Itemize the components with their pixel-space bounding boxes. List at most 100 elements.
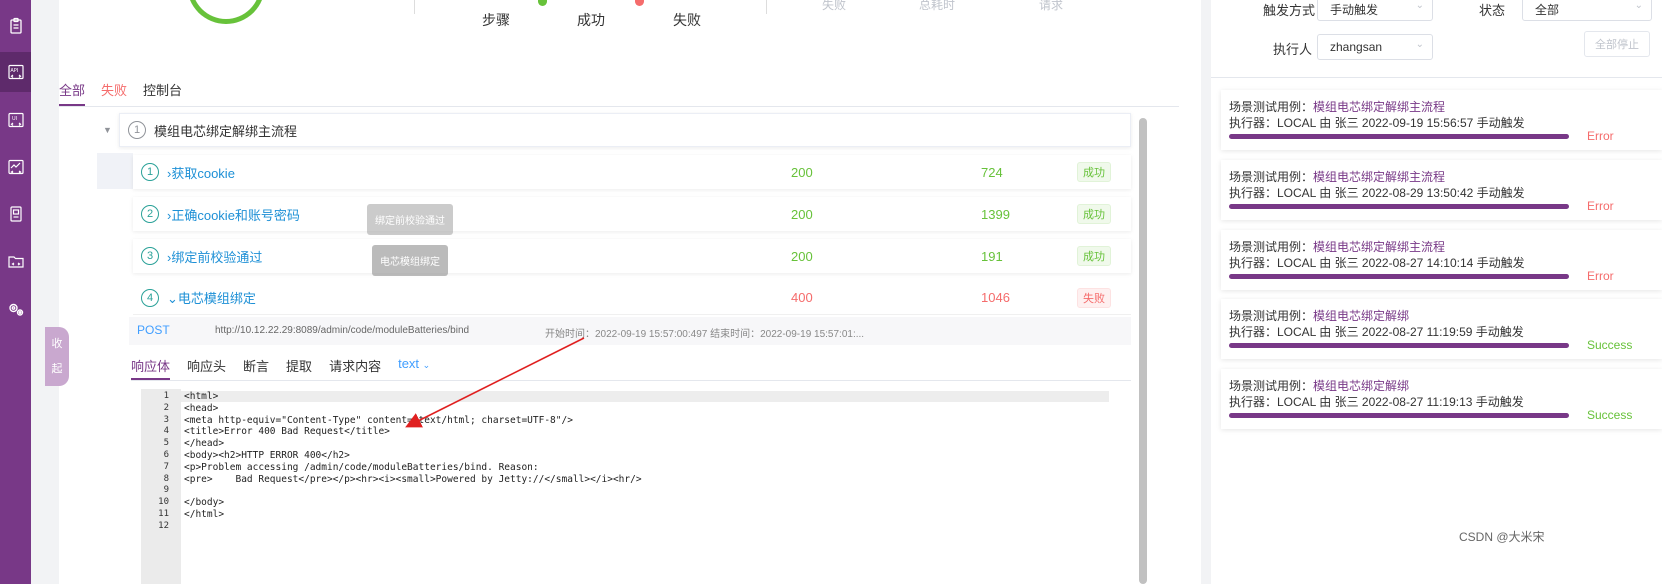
step-index: 3 xyxy=(141,247,159,265)
summary-stats: 步骤 成功 失败 失败 总耗时 请求 xyxy=(59,0,1219,40)
history-item[interactable]: 场景测试用例：模组电芯绑定解绑主流程 执行器：LOCAL 由 张三 2022-0… xyxy=(1221,90,1662,150)
line-number: 12 xyxy=(158,520,169,531)
faded-stat-label: 失败 xyxy=(822,0,847,12)
tabs-divider xyxy=(59,106,1179,107)
code-line: <meta http-equiv="Content-Type" content=… xyxy=(184,414,573,426)
history-case-link[interactable]: 模组电芯绑定解绑主流程 xyxy=(1313,240,1445,254)
result-tabs: 全部 失败 控制台 xyxy=(59,80,198,106)
filter-divider xyxy=(1211,77,1662,78)
history-item[interactable]: 场景测试用例：模组电芯绑定解绑主流程 执行器：LOCAL 由 张三 2022-0… xyxy=(1221,230,1662,290)
tab-response-header[interactable]: 响应头 xyxy=(187,356,226,380)
scenario-row[interactable]: 1 模组电芯绑定解绑主流程 xyxy=(119,113,1131,147)
line-number-gutter: 1 2 3 4 5 6 7 8 9 10 11 12 xyxy=(141,389,181,584)
step-status-code: 400 xyxy=(791,290,813,305)
step-index: 4 xyxy=(141,288,159,307)
executor-label: 执行人 xyxy=(1273,42,1313,57)
collapse-button[interactable]: 收 起 xyxy=(45,327,69,386)
step-row[interactable]: 2 ›正确cookie和账号密码 200 1399 成功 xyxy=(133,197,1131,231)
history-detail: 执行器：LOCAL 由 张三 2022-08-27 11:19:59 手动触发 xyxy=(1229,325,1524,339)
tab-fail[interactable]: 失败 xyxy=(101,80,127,106)
faded-stat-label: 总耗时 xyxy=(919,0,956,12)
step-row[interactable]: 3 ›绑定前校验通过 200 191 成功 xyxy=(133,239,1131,273)
line-number: 9 xyxy=(163,485,169,496)
nav-performance-icon[interactable] xyxy=(0,147,31,187)
scenario-index: 1 xyxy=(128,121,146,139)
tab-request-content[interactable]: 请求内容 xyxy=(329,356,381,380)
nav-folder-icon[interactable] xyxy=(0,241,31,281)
history-status: Success xyxy=(1587,408,1633,422)
main-panel: 步骤 成功 失败 失败 总耗时 请求 全部 失败 控制台 ▼ 1 模组电芯绑定解… xyxy=(31,0,1219,584)
nav-clipboard-icon[interactable] xyxy=(0,6,31,46)
status-badge: 成功 xyxy=(1077,162,1111,182)
nav-api-icon[interactable]: API xyxy=(0,52,31,92)
format-select[interactable]: text ⌄ xyxy=(398,356,430,380)
trigger-select[interactable]: 手动触发 ⌄ xyxy=(1317,0,1433,21)
collapse-label: 起 xyxy=(51,362,63,375)
response-code-editor[interactable]: 1 2 3 4 5 6 7 8 9 10 11 12 <html> <head> <meta http-e… xyxy=(141,389,1131,584)
collapse-caret-icon[interactable]: ▼ xyxy=(103,125,112,135)
progress-bar xyxy=(1229,274,1569,279)
history-case-link[interactable]: 模组电芯绑定解绑主流程 xyxy=(1313,100,1445,114)
nav-settings-icon[interactable] xyxy=(0,289,31,329)
history-detail: 执行器：LOCAL 由 张三 2022-09-19 15:56:57 手动触发 xyxy=(1229,116,1525,130)
watermark: CSDN @大米宋 xyxy=(1459,530,1545,544)
line-number: 11 xyxy=(158,509,169,519)
right-panel: 触发方式 手动触发 ⌄ 状态 全部 ⌄ 执行人 zhangsan ⌄ 全部停止 场景测… xyxy=(1201,0,1662,584)
step-index: 1 xyxy=(141,163,159,181)
history-prefix: 场景测试用例： xyxy=(1229,240,1314,254)
line-number: 5 xyxy=(163,438,169,449)
tab-all[interactable]: 全部 xyxy=(59,80,86,106)
code-line: <pre> Bad Request</pre></p><hr><i><small… xyxy=(184,473,642,485)
status-badge: 失败 xyxy=(1077,287,1111,308)
tab-response-body[interactable]: 响应体 xyxy=(131,356,171,380)
status-select[interactable]: 全部 ⌄ xyxy=(1522,0,1652,21)
history-prefix: 场景测试用例： xyxy=(1229,309,1314,323)
step-name-link[interactable]: ›绑定前校验通过 xyxy=(167,247,262,266)
nav-report-icon[interactable] xyxy=(0,194,31,234)
history-item[interactable]: 场景测试用例：模组电芯绑定解绑 执行器：LOCAL 由 张三 2022-08-2… xyxy=(1221,299,1662,359)
step-name-link[interactable]: ›获取cookie xyxy=(167,163,235,182)
step-row-expanded[interactable]: 4 ⌄电芯模组绑定 400 1046 失败 xyxy=(133,281,1131,315)
progress-bar xyxy=(1229,204,1569,209)
executor-select[interactable]: zhangsan ⌄ xyxy=(1317,34,1433,60)
history-item[interactable]: 场景测试用例：模组电芯绑定解绑主流程 执行器：LOCAL 由 张三 2022-0… xyxy=(1221,160,1662,220)
code-line: <body><h2>HTTP ERROR 400</h2> xyxy=(184,450,350,461)
step-name-link[interactable]: ›正确cookie和账号密码 xyxy=(167,205,300,224)
history-case-link[interactable]: 模组电芯绑定解绑 xyxy=(1313,379,1409,393)
nav-ui-icon[interactable]: UI xyxy=(0,100,31,140)
faded-stat-label: 请求 xyxy=(1039,0,1064,12)
response-tabs-divider xyxy=(131,380,1131,381)
success-label: 成功 xyxy=(577,12,605,28)
tab-console[interactable]: 控制台 xyxy=(143,80,182,106)
line-number: 8 xyxy=(163,473,169,484)
line-number: 1 xyxy=(163,391,169,401)
line-number: 6 xyxy=(163,450,169,460)
history-detail: 执行器：LOCAL 由 张三 2022-08-27 11:19:13 手动触发 xyxy=(1229,395,1524,409)
code-line: <html> xyxy=(184,391,219,402)
vertical-scrollbar[interactable] xyxy=(1139,118,1147,584)
line-number: 7 xyxy=(163,461,169,472)
fail-label: 失败 xyxy=(673,12,701,28)
step-name-link[interactable]: ⌄电芯模组绑定 xyxy=(167,288,256,307)
line-number: 4 xyxy=(163,426,169,437)
history-detail: 执行器：LOCAL 由 张三 2022-08-29 13:50:42 手动触发 xyxy=(1229,186,1525,200)
success-dot xyxy=(538,0,547,6)
step-status-code: 200 xyxy=(791,164,813,180)
step-row[interactable]: 1 ›获取cookie 200 724 成功 xyxy=(133,155,1131,189)
history-case-link[interactable]: 模组电芯绑定解绑 xyxy=(1313,309,1409,323)
history-item[interactable]: 场景测试用例：模组电芯绑定解绑 执行器：LOCAL 由 张三 2022-08-2… xyxy=(1221,369,1662,429)
history-card: 触发方式 手动触发 ⌄ 状态 全部 ⌄ 执行人 zhangsan ⌄ 全部停止 场景测… xyxy=(1211,0,1662,584)
chevron-down-icon: ⌄ xyxy=(422,360,431,370)
row-highlight xyxy=(97,153,133,189)
tab-assertion[interactable]: 断言 xyxy=(243,356,269,380)
history-prefix: 场景测试用例： xyxy=(1229,379,1314,393)
code-line: </html> xyxy=(184,509,225,520)
step-time: 1399 xyxy=(981,206,1010,222)
history-case-link[interactable]: 模组电芯绑定解绑主流程 xyxy=(1313,170,1445,184)
scenario-name: 模组电芯绑定解绑主流程 xyxy=(154,123,298,139)
tooltip: 绑定前校验通过 xyxy=(367,204,453,235)
stop-all-button[interactable]: 全部停止 xyxy=(1584,31,1650,57)
status-badge: 成功 xyxy=(1077,204,1111,224)
tab-extract[interactable]: 提取 xyxy=(286,356,312,380)
step-time: 191 xyxy=(981,248,1003,264)
